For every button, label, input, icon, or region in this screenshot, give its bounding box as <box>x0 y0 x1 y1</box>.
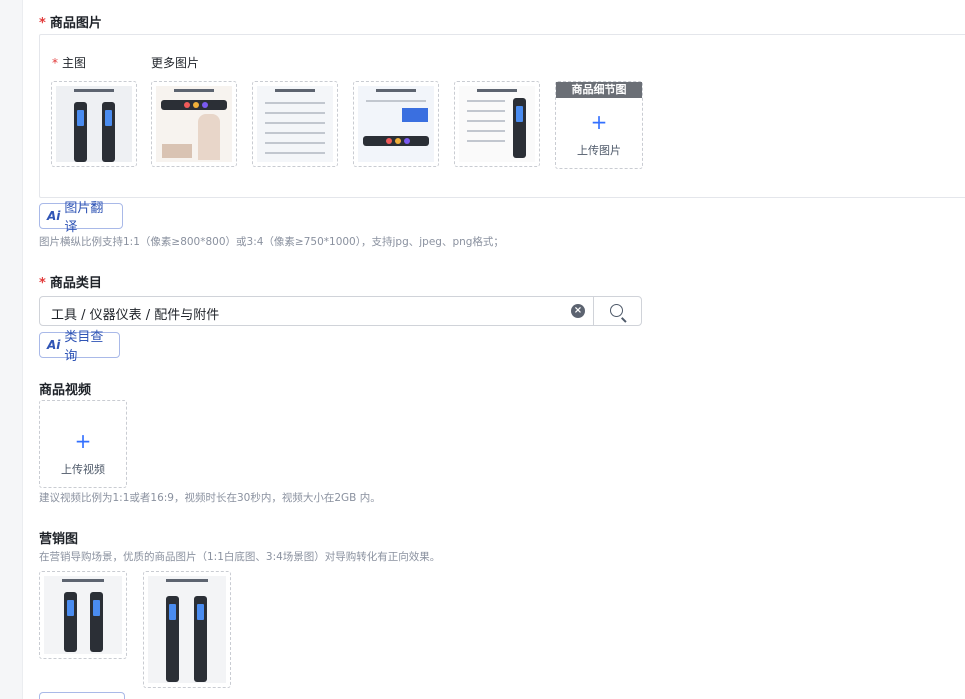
category-title: * 商品类目 <box>39 276 102 291</box>
ai-button-partial[interactable] <box>39 692 125 699</box>
plus-icon: + <box>590 110 608 134</box>
marketing-image-portrait[interactable] <box>143 571 231 688</box>
video-hint: 建议视频比例为1:1或者16:9，视频时长在30秒内，视频大小在2GB 内。 <box>39 492 381 504</box>
video-title: 商品视频 <box>39 383 92 398</box>
more-images-label: 更多图片 <box>151 56 200 70</box>
search-icon <box>610 304 623 317</box>
product-images-panel: * 主图 更多图片 商品细节图 + 上传图片 <box>39 34 965 198</box>
more-image-thumb-2[interactable] <box>252 81 338 167</box>
product-edit-page: * 商品图片 * 主图 更多图片 商品细节图 + 上传图片 Ai 图片翻译 图片… <box>0 0 965 699</box>
marketing-hint: 在营销导购场景，优质的商品图片（1:1白底图、3:4场景图）对导购转化有正向效果… <box>39 551 441 563</box>
product-images-title: * 商品图片 <box>39 16 102 31</box>
video-upload[interactable]: + 上传视频 <box>39 400 127 488</box>
upload-video-label: 上传视频 <box>61 463 105 476</box>
ai-category-query-button[interactable]: Ai 类目查询 <box>39 330 120 364</box>
plus-icon: + <box>74 429 92 453</box>
marketing-title: 营销图 <box>39 532 79 547</box>
category-value: 工具 / 仪器仪表 / 配件与附件 <box>51 308 220 323</box>
category-input[interactable]: 工具 / 仪器仪表 / 配件与附件 × <box>39 296 594 326</box>
category-search-button[interactable] <box>593 296 642 326</box>
main-image-thumb[interactable] <box>51 81 137 167</box>
image-hint: 图片横纵比例支持1:1（像素≥800*800）或3:4（像素≥750*1000）… <box>39 236 504 248</box>
clear-icon[interactable]: × <box>571 304 585 318</box>
detail-image-header: 商品细节图 <box>556 82 642 98</box>
detail-image-upload[interactable]: 商品细节图 + 上传图片 <box>555 81 643 169</box>
main-image-label: * 主图 <box>52 56 87 70</box>
more-image-thumb-3[interactable] <box>353 81 439 167</box>
more-image-thumb-4[interactable] <box>454 81 540 167</box>
left-sidebar-strip <box>0 0 23 699</box>
more-image-thumb-1[interactable] <box>151 81 237 167</box>
upload-image-label: 上传图片 <box>577 144 621 157</box>
marketing-image-square[interactable] <box>39 571 127 659</box>
ai-icon: Ai <box>47 338 61 352</box>
ai-image-translate-button[interactable]: Ai 图片翻译 <box>39 201 123 235</box>
ai-icon: Ai <box>47 209 61 223</box>
